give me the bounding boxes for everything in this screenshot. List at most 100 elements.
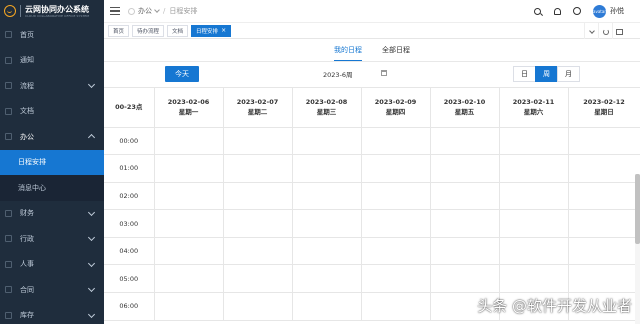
- sidebar-item-admin[interactable]: 行政: [0, 226, 104, 252]
- calendar-slot[interactable]: [223, 264, 293, 294]
- username[interactable]: 孙悦: [610, 6, 624, 16]
- tab-all-schedule[interactable]: 全部日程: [382, 39, 410, 61]
- sidebar-item-workflow[interactable]: 流程: [0, 73, 104, 99]
- calendar-slot[interactable]: [568, 264, 640, 294]
- calendar-slot[interactable]: [154, 292, 224, 321]
- calendar-slot[interactable]: [361, 292, 431, 321]
- calendar-slot[interactable]: [361, 237, 431, 266]
- sidebar-item-finance[interactable]: 财务: [0, 201, 104, 227]
- calendar-slot[interactable]: [430, 154, 500, 183]
- calendar-slot[interactable]: [292, 237, 362, 266]
- sidebar-item-office[interactable]: 办公: [0, 124, 104, 150]
- menu-toggle-icon[interactable]: [110, 7, 120, 15]
- calendar-slot[interactable]: [154, 237, 224, 266]
- refresh-button[interactable]: [598, 23, 612, 40]
- finance-icon: [4, 209, 12, 217]
- search-button[interactable]: [527, 0, 547, 22]
- day-date: 2023-02-07: [236, 98, 279, 107]
- calendar-slot[interactable]: [361, 209, 431, 238]
- sidebar-item-label: 行政: [20, 234, 34, 243]
- tag-label: 待办流程: [137, 28, 160, 35]
- sidebar-subitem-messages[interactable]: 消息中心: [0, 175, 104, 201]
- calendar-slot[interactable]: [361, 127, 431, 156]
- sidebar-item-documents[interactable]: 文档: [0, 99, 104, 125]
- day-date: 2023-02-06: [167, 98, 210, 107]
- calendar-slot[interactable]: [154, 127, 224, 156]
- calendar-slot[interactable]: [499, 237, 569, 266]
- calendar-slot[interactable]: [568, 127, 640, 156]
- calendar-slot[interactable]: [361, 182, 431, 211]
- calendar-slot[interactable]: [154, 154, 224, 183]
- sidebar-item-hr[interactable]: 人事: [0, 252, 104, 278]
- tag-schedule[interactable]: 日程安排 ×: [191, 24, 232, 37]
- settings-button[interactable]: [567, 0, 587, 22]
- avatar[interactable]: avatar: [593, 4, 606, 18]
- app-title: 云网协同办公系统: [25, 4, 89, 14]
- hour-row: 05:00: [104, 264, 640, 294]
- tab-my-schedule[interactable]: 我的日程: [334, 39, 362, 61]
- calendar-slot[interactable]: [292, 209, 362, 238]
- calendar-slot[interactable]: [499, 182, 569, 211]
- view-month-button[interactable]: 月: [557, 66, 580, 82]
- tag-home[interactable]: 首页: [108, 24, 130, 37]
- calendar-slot[interactable]: [499, 209, 569, 238]
- calendar-slot[interactable]: [292, 182, 362, 211]
- sidebar-subitem-schedule[interactable]: 日程安排: [0, 149, 104, 175]
- breadcrumb-current: 日程安排: [169, 7, 198, 15]
- tabs-divider: [104, 61, 640, 62]
- notification-button[interactable]: [547, 0, 567, 22]
- bell-icon: [4, 56, 12, 64]
- calendar-slot[interactable]: [499, 264, 569, 294]
- calendar-slot[interactable]: [568, 209, 640, 238]
- calendar-slot[interactable]: [292, 154, 362, 183]
- tags-dropdown-button[interactable]: [584, 23, 598, 40]
- calendar-slot[interactable]: [430, 182, 500, 211]
- calendar-scrollbar[interactable]: [635, 174, 640, 324]
- calendar-slot[interactable]: [292, 264, 362, 294]
- calendar-slot[interactable]: [568, 154, 640, 183]
- sidebar-item-inventory[interactable]: 库存: [0, 303, 104, 324]
- sidebar-item-home[interactable]: 首页: [0, 22, 104, 48]
- tag-todo-workflow[interactable]: 待办流程: [132, 24, 165, 37]
- calendar-slot[interactable]: [430, 237, 500, 266]
- calendar-slot[interactable]: [223, 154, 293, 183]
- calendar-slot[interactable]: [430, 127, 500, 156]
- calendar-slot[interactable]: [361, 154, 431, 183]
- breadcrumb-parent[interactable]: 办公: [138, 6, 152, 16]
- tag-documents[interactable]: 文档: [167, 24, 189, 37]
- calendar-slot[interactable]: [568, 182, 640, 211]
- calendar-slot[interactable]: [499, 127, 569, 156]
- sidebar-item-contract[interactable]: 合同: [0, 277, 104, 303]
- app-logo[interactable]: 云网协同办公系统 CLOUD COLLABORATIVE OFFICE SYST…: [0, 0, 104, 22]
- calendar-slot[interactable]: [292, 127, 362, 156]
- calendar-slot[interactable]: [223, 182, 293, 211]
- calendar-icon[interactable]: [381, 70, 387, 76]
- calendar-slot[interactable]: [430, 264, 500, 294]
- view-day-button[interactable]: 日: [513, 66, 536, 82]
- calendar-slot[interactable]: [568, 237, 640, 266]
- sidebar-item-label: 库存: [20, 311, 34, 320]
- home-circle-icon: [128, 7, 135, 15]
- calendar-slot[interactable]: [223, 127, 293, 156]
- calendar-slot[interactable]: [499, 154, 569, 183]
- week-picker-value[interactable]: 2023-6周: [323, 69, 353, 79]
- calendar-body: 00:00 01:00 02:00 03:00 04:00 05:00 06:00: [104, 127, 640, 321]
- view-week-button[interactable]: 周: [535, 66, 558, 82]
- chevron-down-icon: [87, 233, 96, 242]
- scrollbar-thumb[interactable]: [635, 174, 640, 244]
- calendar-slot[interactable]: [430, 209, 500, 238]
- calendar-slot[interactable]: [223, 209, 293, 238]
- calendar-toolbar: 今天 2023-6周 日 周 月: [104, 65, 640, 83]
- calendar-slot[interactable]: [292, 292, 362, 321]
- calendar-slot[interactable]: [154, 182, 224, 211]
- close-icon[interactable]: ×: [221, 27, 226, 34]
- sidebar-item-notice[interactable]: 通知: [0, 48, 104, 74]
- calendar-slot[interactable]: [154, 264, 224, 294]
- calendar-slot[interactable]: [223, 292, 293, 321]
- calendar-slot[interactable]: [223, 237, 293, 266]
- today-button[interactable]: 今天: [165, 66, 199, 82]
- calendar-slot[interactable]: [154, 209, 224, 238]
- fullscreen-button[interactable]: [612, 23, 626, 40]
- calendar-slot[interactable]: [361, 264, 431, 294]
- tag-label: 文档: [172, 28, 184, 35]
